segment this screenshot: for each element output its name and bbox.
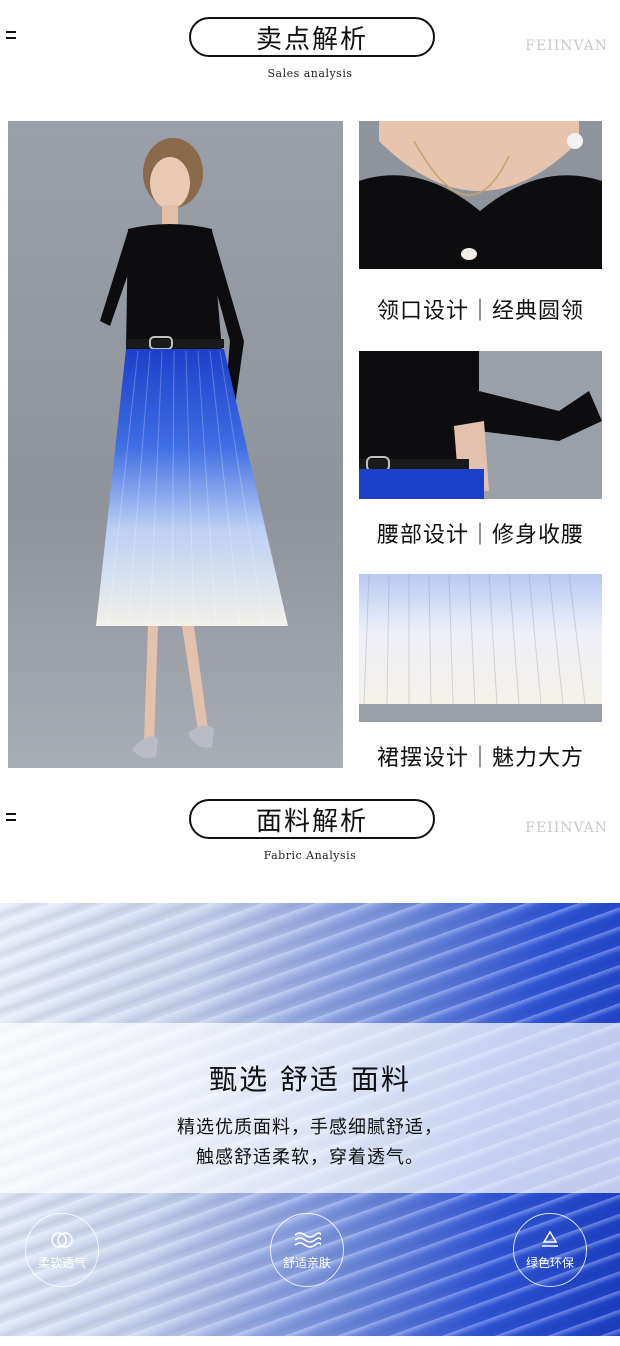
- fabric-line-1: 精选优质面料，手感细腻舒适，: [177, 1117, 443, 1138]
- soft-circles-icon: [51, 1231, 73, 1248]
- menu-icon[interactable]: [6, 813, 18, 823]
- necklace-detail-photo: [359, 121, 602, 269]
- menu-icon[interactable]: [6, 31, 18, 41]
- badge-label: 舒适亲肤: [282, 1255, 331, 1270]
- badge-label: 柔软透气: [37, 1255, 86, 1270]
- sales-subtitle: Sales analysis: [267, 67, 353, 80]
- badge-skin-friendly: 舒适亲肤: [270, 1213, 344, 1287]
- fabric-line-2: 触感舒适柔软，穿着透气。: [196, 1147, 424, 1168]
- waist-belt-detail-photo: [359, 351, 602, 499]
- wave-icon: [294, 1231, 321, 1248]
- sales-title: 卖点解析: [189, 17, 435, 57]
- fabric-title-pill: 面料解析: [189, 799, 435, 839]
- badge-eco: 绿色环保: [513, 1213, 587, 1287]
- brand-watermark: FEIINVAN: [525, 38, 608, 54]
- fabric-banner: 甄选 舒适 面料 精选优质面料，手感细腻舒适， 触感舒适柔软，穿着透气。 柔软透…: [0, 903, 620, 1336]
- pleated-hem-detail-photo: [359, 574, 602, 722]
- neckline-caption: 领口设计｜经典圆领: [376, 299, 584, 324]
- fabric-subtitle: Fabric Analysis: [263, 849, 357, 862]
- sales-header: 卖点解析 Sales analysis FEIINVAN: [0, 17, 620, 97]
- model-photo: [8, 121, 343, 768]
- fabric-headline: 甄选 舒适 面料: [209, 1063, 411, 1096]
- brand-watermark: FEIINVAN: [525, 820, 608, 836]
- hem-caption: 裙摆设计｜魅力大方: [376, 746, 584, 771]
- waist-caption: 腰部设计｜修身收腰: [376, 523, 584, 548]
- badge-label: 绿色环保: [525, 1255, 574, 1270]
- fabric-header: 面料解析 Fabric Analysis FEIINVAN: [0, 799, 620, 879]
- recycle-icon: [542, 1230, 558, 1247]
- badge-breathable: 柔软透气: [25, 1213, 99, 1287]
